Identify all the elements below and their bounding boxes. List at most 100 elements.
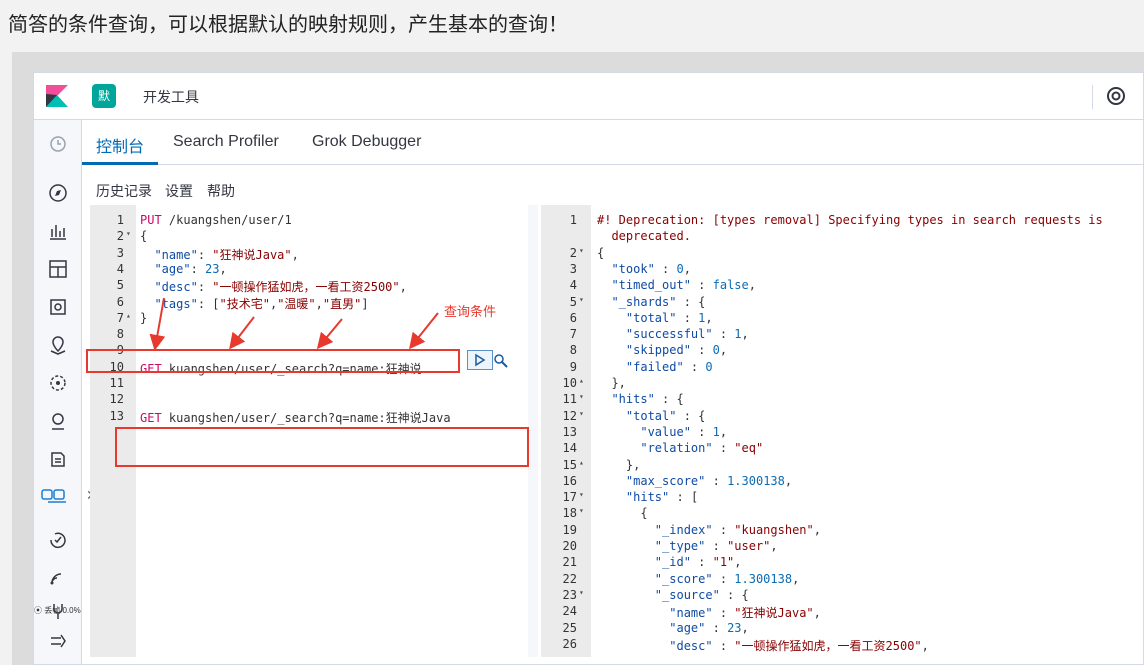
annotation-label: 查询条件 [444, 305, 497, 320]
app-badge[interactable]: 默 [92, 84, 116, 108]
line-number: 4 [116, 261, 124, 276]
fold-toggle-icon[interactable]: ▴ [579, 376, 584, 385]
code-text: "max_score" : 1.300138, [625, 473, 793, 488]
line-number: 4 [569, 278, 577, 293]
fold-toggle-icon[interactable]: ▾ [579, 490, 584, 499]
line-number: 15 [562, 457, 577, 472]
line-number: 19 [562, 522, 577, 537]
infrastructure-icon[interactable] [47, 410, 69, 432]
devtools-wrench-icon[interactable] [47, 600, 69, 622]
apm-icon[interactable] [47, 566, 69, 588]
screenshot-caption: 简答的条件查询，可以根据默认的映射规则，产生基本的查询！ [8, 12, 568, 36]
code-text: #! Deprecation: [types removal] Specifyi… [597, 213, 1103, 227]
line-number: 13 [562, 424, 577, 439]
line-number: 6 [569, 310, 577, 325]
line-number: 11 [109, 376, 124, 390]
code-text: PUT /kuangshen/user/1 [140, 213, 292, 227]
line-number: 11 [562, 392, 577, 407]
line-number: 9 [569, 359, 577, 374]
ml-icon[interactable] [47, 372, 69, 394]
code-text: "_shards" : { [611, 294, 706, 309]
canvas-icon[interactable] [47, 296, 69, 318]
line-number: 6 [116, 294, 124, 309]
discover-compass-icon[interactable] [47, 182, 69, 204]
line-number: 20 [562, 539, 577, 553]
uptime-icon[interactable] [47, 528, 69, 550]
fold-toggle-icon[interactable]: ▴ [126, 311, 131, 320]
fold-toggle-icon[interactable]: ▾ [579, 588, 584, 597]
line-number: 13 [109, 408, 124, 423]
side-nav: ✕ ⦿ 丢帧 0.0% [34, 120, 98, 664]
tab-grok-debugger[interactable]: Grok Debugger [312, 133, 421, 151]
code-text: "took" : 0, [611, 261, 691, 276]
tab-search-profiler[interactable]: Search Profiler [173, 133, 279, 151]
fold-toggle-icon[interactable]: ▾ [126, 229, 131, 238]
recent-clock-icon[interactable] [47, 133, 69, 155]
line-number: 5 [569, 294, 577, 309]
line-number: 7 [116, 310, 124, 325]
code-text: "_source" : { [654, 587, 749, 602]
collapse-nav-icon[interactable] [47, 630, 69, 652]
fold-toggle-icon[interactable]: ▾ [579, 392, 584, 401]
send-request-button[interactable] [467, 350, 493, 370]
line-number: 1 [569, 213, 577, 227]
settings-link[interactable]: 设置 [165, 181, 193, 201]
logs-icon[interactable] [47, 448, 69, 470]
line-number: 17 [562, 490, 577, 505]
fold-toggle-icon[interactable]: ▾ [579, 295, 584, 304]
line-number: 12 [109, 392, 124, 407]
fold-toggle-icon[interactable]: ▾ [579, 246, 584, 255]
line-number: 18 [562, 506, 577, 521]
line-number: 8 [116, 327, 124, 342]
line-number: 12 [562, 408, 577, 423]
help-lifebuoy-icon[interactable] [1105, 85, 1127, 107]
tab-bar: 控制台 Search Profiler Grok Debugger [82, 120, 1143, 165]
code-text: "_score" : 1.300138, [654, 571, 800, 586]
cloud-sync-icon[interactable] [40, 484, 74, 506]
line-number: 7 [569, 327, 577, 342]
code-text: "tags": ["技术宅","温暖","直男"] [154, 296, 369, 311]
code-text: "hits" : [ [625, 490, 699, 505]
code-text: "total" : { [625, 408, 706, 423]
visualize-chart-icon[interactable] [47, 220, 69, 242]
line-number: 24 [562, 604, 577, 619]
line-number: 16 [562, 473, 577, 488]
code-text: }, [597, 376, 626, 390]
response-viewer[interactable]: 1 #! Deprecation: [types removal] Specify… [541, 205, 1143, 657]
top-bar: 默 开发工具 [34, 73, 1143, 120]
fold-toggle-icon[interactable]: ▾ [579, 409, 584, 418]
code-text: "age" : 23, [669, 620, 749, 635]
code-text: GET kuangshen/user/_search?q=name:狂神说Jav… [140, 410, 451, 425]
maps-icon[interactable] [47, 334, 69, 356]
code-text: "_id" : "1", [654, 555, 742, 570]
line-number: 5 [116, 278, 124, 293]
line-number: 2 [116, 229, 124, 244]
highlight-box-empty [115, 427, 529, 467]
fold-toggle-icon[interactable]: ▾ [579, 506, 584, 515]
line-number: 22 [562, 571, 577, 586]
app-title: 开发工具 [143, 90, 199, 106]
code-text: "total" : 1, [625, 310, 713, 325]
fold-toggle-icon[interactable]: ▴ [579, 458, 584, 467]
kibana-logo-icon[interactable] [44, 83, 70, 109]
code-text: } [140, 310, 148, 325]
line-number: 23 [562, 587, 577, 602]
code-text: "relation" : "eq" [640, 441, 764, 456]
line-number: 8 [569, 343, 577, 358]
pane-splitter[interactable] [528, 205, 538, 657]
help-link[interactable]: 帮助 [207, 181, 235, 201]
code-text: "successful" : 1, [625, 327, 749, 342]
code-text: "desc" : "一顿操作猛如虎，一看工资2500", [669, 638, 929, 653]
highlight-box-query [86, 349, 460, 373]
code-text: "age": 23, [154, 261, 227, 276]
console-toolbar: 历史记录 设置 帮助 [82, 165, 1143, 205]
code-text: "_type" : "user", [654, 539, 778, 553]
line-number: 21 [562, 555, 577, 570]
history-link[interactable]: 历史记录 [96, 181, 152, 201]
line-number: 1 [116, 213, 124, 227]
line-number: 2 [569, 245, 577, 260]
dashboard-icon[interactable] [47, 258, 69, 280]
line-number: 25 [562, 620, 577, 635]
wrench-icon[interactable] [492, 352, 510, 370]
tab-console[interactable]: 控制台 [96, 133, 144, 157]
